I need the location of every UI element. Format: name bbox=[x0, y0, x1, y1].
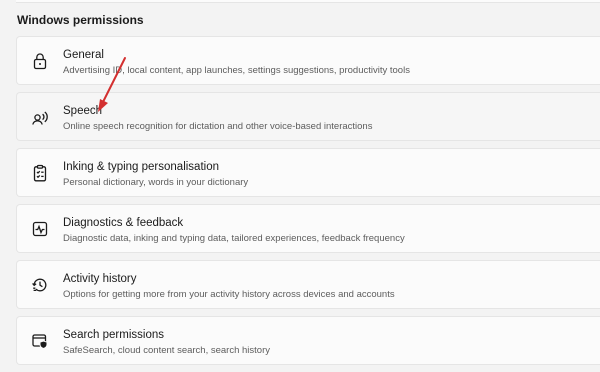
settings-item-label: Search permissions bbox=[63, 329, 164, 341]
settings-item-description: Diagnostic data, inking and typing data,… bbox=[63, 233, 405, 244]
permissions-list: General Advertising ID, local content, a… bbox=[16, 36, 600, 372]
settings-item-inking-typing[interactable]: Inking & typing personalisation Personal… bbox=[16, 148, 600, 197]
settings-item-search-permissions[interactable]: Search permissions SafeSearch, cloud con… bbox=[16, 316, 600, 365]
settings-item-label: General bbox=[63, 49, 104, 61]
section-title: Windows permissions bbox=[17, 13, 144, 27]
settings-item-label: Speech bbox=[63, 105, 103, 117]
previous-item-edge bbox=[16, 0, 600, 3]
settings-item-label: Inking & typing personalisation bbox=[63, 161, 219, 173]
settings-item-description: Personal dictionary, words in your dicti… bbox=[63, 177, 249, 188]
settings-item-description: SafeSearch, cloud content search, search… bbox=[63, 345, 271, 356]
lock-icon bbox=[31, 52, 49, 70]
settings-item-description: Options for getting more from your activ… bbox=[63, 289, 395, 300]
diagnostics-icon bbox=[31, 220, 49, 238]
settings-item-activity-history[interactable]: Activity history Options for getting mor… bbox=[16, 260, 600, 309]
settings-item-speech[interactable]: Speech Online speech recognition for dic… bbox=[16, 92, 600, 141]
speech-icon bbox=[31, 108, 49, 126]
settings-item-description: Online speech recognition for dictation … bbox=[63, 121, 373, 132]
settings-item-label: Activity history bbox=[63, 273, 137, 285]
settings-item-diagnostics[interactable]: Diagnostics & feedback Diagnostic data, … bbox=[16, 204, 600, 253]
clipboard-icon bbox=[31, 164, 49, 182]
settings-item-general[interactable]: General Advertising ID, local content, a… bbox=[16, 36, 600, 85]
settings-item-description: Advertising ID, local content, app launc… bbox=[63, 65, 410, 76]
history-icon bbox=[31, 276, 49, 294]
search-permissions-icon bbox=[31, 332, 49, 350]
settings-item-label: Diagnostics & feedback bbox=[63, 217, 184, 229]
